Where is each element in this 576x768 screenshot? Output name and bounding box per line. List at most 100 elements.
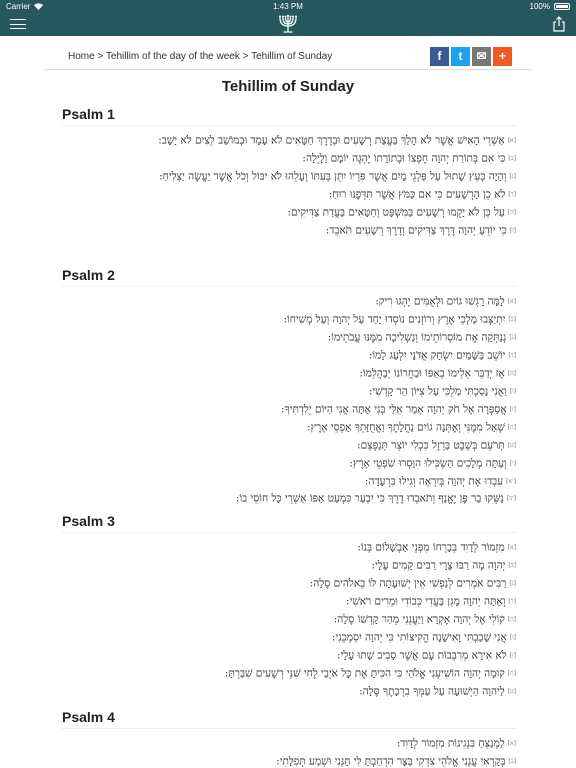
verse-line: [א]אַשְׁרֵי הָאִישׁ אֲשֶׁר לֹא הָלַךְ בַ… — [62, 132, 516, 150]
verse-line: [ד]וְאַתָּה יְהוָה מָגֵן בַּעֲדִי כְּבוֹ… — [62, 593, 516, 611]
verse-line: [ה]עַל כֵּן לֹא יָקֻמוּ רְשָׁעִים בַּמִּ… — [62, 204, 516, 222]
verse-line: [ו]וַאֲנִי נָסַכְתִּי מַלְכִּי עַל צִיּו… — [62, 383, 516, 401]
carrier-label: Carrier — [6, 1, 31, 11]
hamburger-menu-icon[interactable] — [10, 17, 26, 31]
verse-line: [א]מִזְמוֹר לְדָוִד בְּבָרְחוֹ מִפְּנֵי … — [62, 539, 516, 557]
verse-line: [ב]יִתְיַצְּבוּ מַלְכֵי אֶרֶץ וְרוֹזְנִי… — [62, 311, 517, 329]
verse-line: [ז]אֲסַפְּרָה אֶל חֹק יְהוָה אָמַר אֵלַי… — [62, 401, 516, 419]
verse-number: [יב] — [506, 495, 516, 503]
verse-number: [ב] — [508, 315, 516, 323]
verse-line: [י]וְעַתָּה מְלָכִים הַשְׂכִּילוּ הִוָּס… — [62, 455, 516, 473]
verse-text: אָז יְדַבֵּר אֵלֵימוֹ בְאַפּוֹ וּבַחֲרוֹ… — [359, 367, 505, 380]
psalm-section-1: Psalm 1 [א]אַשְׁרֵי הָאִישׁ אֲשֶׁר לֹא ה… — [62, 106, 516, 240]
verse-number: [א] — [507, 544, 516, 551]
psalm-heading: Psalm 3 — [62, 513, 516, 533]
psalm-section-3: Psalm 3 [א]מִזְמוֹר לְדָוִד בְּבָרְחוֹ מ… — [62, 513, 516, 701]
verse-number: [ו] — [509, 633, 516, 641]
verse-number: [ד] — [508, 190, 516, 198]
status-bar: Carrier 1:43 PM 100% — [0, 0, 576, 12]
verse-text: אֲסַפְּרָה אֶל חֹק יְהוָה אָמַר אֵלַי בְ… — [281, 403, 507, 416]
twitter-share-button[interactable]: t — [451, 46, 470, 66]
verse-number: [ב] — [508, 757, 516, 765]
verse-number: [ו] — [509, 387, 516, 395]
verse-text: יוֹשֵׁב בַּשָּׁמַיִם יִשְׂחָק אֲדֹנָי יִ… — [368, 349, 506, 362]
breadcrumb[interactable]: Home > Tehillim of the day of the week >… — [68, 51, 332, 62]
verse-line: [א]לָמָּה רָגְשׁוּ גוֹיִם וּלְאֻמִּים יֶ… — [62, 293, 516, 311]
verse-text: וַאֲנִי נָסַכְתִּי מַלְכִּי עַל צִיּוֹן … — [368, 385, 507, 398]
verse-number: [א] — [507, 298, 516, 305]
verse-number: [ה] — [507, 369, 516, 377]
verse-number: [א] — [507, 740, 516, 747]
verse-text: לַיהוָה הַיְשׁוּעָה עַל עַמְּךָ בִרְכָתֶ… — [359, 685, 505, 698]
status-time: 1:43 PM — [273, 1, 303, 11]
verse-text: קוֹלִי אֶל יְהוָה אֶקְרָא וַיַּעֲנֵנִי מ… — [333, 613, 505, 626]
verse-number: [ב] — [508, 561, 516, 569]
psalm-heading: Psalm 4 — [62, 709, 516, 729]
verse-text: וְעַתָּה מְלָכִים הַשְׂכִּילוּ הִוָּסְרו… — [349, 457, 507, 470]
verse-number: [י] — [509, 459, 516, 467]
verse-line: [ג]רַבִּים אֹמְרִים לְנַפְשִׁי אֵין יְשׁ… — [62, 575, 516, 593]
verse-text: שְׁאַל מִמֶּנִּי וְאֶתְּנָה גוֹיִם נַחֲל… — [307, 421, 505, 434]
verse-line: [ט]לַיהוָה הַיְשׁוּעָה עַל עַמְּךָ בִרְכ… — [62, 683, 516, 701]
psalm-section-4: Psalm 4 [א]לַמְנַצֵּחַ בִּנְגִינוֹת מִזְ… — [62, 709, 516, 768]
breadcrumb-row: Home > Tehillim of the day of the week >… — [68, 44, 512, 68]
verse-number: [ז] — [509, 651, 516, 659]
verse-line: [ב]יְהוָה מָה רַבּוּ צָרָי רַבִּים קָמִי… — [62, 557, 516, 575]
verse-line: [ז]לֹא אִירָא מֵרִבְבוֹת עָם אֲשֶׁר סָבִ… — [62, 647, 516, 665]
verse-text: לָמָּה רָגְשׁוּ גוֹיִם וּלְאֻמִּים יֶהְג… — [375, 295, 505, 308]
verse-number: [ב] — [508, 154, 516, 162]
verse-text: עַל כֵּן לֹא יָקֻמוּ רְשָׁעִים בַּמִּשְׁ… — [287, 206, 505, 219]
verse-text: כִּי אִם בְּתוֹרַת יְהוָה חֶפְצוֹ וּבְתו… — [302, 152, 506, 165]
verse-number: [ד] — [508, 351, 516, 359]
more-share-button[interactable]: + — [493, 46, 512, 66]
menorah-logo-icon — [279, 14, 297, 33]
verse-number: [ה] — [507, 615, 516, 623]
email-share-button[interactable]: ✉ — [472, 46, 491, 66]
verse-number: [ג] — [509, 172, 516, 180]
verse-text: כִּי יוֹדֵעַ יְהוָה דֶּרֶךְ צַדִּיקִים ו… — [325, 224, 507, 237]
nav-bar — [0, 12, 576, 36]
verse-text: וְהָיָה כְּעֵץ שָׁתוּל עַל פַּלְגֵי מָיִ… — [159, 170, 507, 183]
verse-line: [ח]שְׁאַל מִמֶּנִּי וְאֶתְּנָה גוֹיִם נַ… — [62, 419, 516, 437]
verse-number: [ו] — [509, 226, 516, 234]
facebook-share-button[interactable]: f — [430, 46, 449, 66]
breadcrumb-divider — [44, 69, 532, 70]
verse-text: אֲנִי שָׁכַבְתִּי וָאִישָׁנָה הֱקִיצוֹתִ… — [331, 631, 507, 644]
verse-number: [א] — [507, 137, 516, 144]
verse-number: [יא] — [506, 477, 516, 485]
verse-text: קוּמָה יְהוָה הוֹשִׁיעֵנִי אֱלֹהַי כִּי … — [224, 667, 505, 680]
verse-number: [ג] — [509, 579, 516, 587]
social-share-buttons: f t ✉ + — [430, 46, 512, 66]
share-icon[interactable] — [552, 16, 566, 32]
verse-line: [ו]כִּי יוֹדֵעַ יְהוָה דֶּרֶךְ צַדִּיקִי… — [62, 222, 516, 240]
verse-line: [ט]תְּרֹעֵם בְּשֵׁבֶט בַּרְזֶל כִּכְלִי … — [62, 437, 516, 455]
battery-percent: 100% — [529, 1, 550, 11]
verse-text: נַשְּׁקוּ בַר פֶּן יֶאֱנַף וְתֹאבְדוּ דֶ… — [235, 493, 504, 506]
verse-number: [ה] — [507, 208, 516, 216]
verse-text: וְאַתָּה יְהוָה מָגֵן בַּעֲדִי כְּבוֹדִי… — [346, 595, 506, 608]
psalm-heading: Psalm 1 — [62, 106, 516, 126]
verse-text: יִתְיַצְּבוּ מַלְכֵי אֶרֶץ וְרוֹזְנִים נ… — [283, 313, 506, 326]
verse-text: לַמְנַצֵּחַ בִּנְגִינוֹת מִזְמוֹר לְדָוִ… — [396, 737, 505, 750]
verse-number: [ח] — [507, 669, 516, 677]
verse-list: [א]לָמָּה רָגְשׁוּ גוֹיִם וּלְאֻמִּים יֶ… — [62, 293, 516, 508]
verse-text: בְּקָרְאִי עֲנֵנִי אֱלֹהֵי צִדְקִי בַּצָ… — [276, 755, 506, 768]
verse-number: [ג] — [509, 333, 516, 341]
verse-line: [ג]נְנַתְּקָה אֶת מוֹסְרוֹתֵימוֹ וְנַשְׁ… — [62, 329, 516, 347]
verse-text: רַבִּים אֹמְרִים לְנַפְשִׁי אֵין יְשׁוּע… — [309, 577, 507, 590]
verse-number: [ח] — [507, 423, 516, 431]
verse-line: [ב]כִּי אִם בְּתוֹרַת יְהוָה חֶפְצוֹ וּב… — [62, 150, 516, 168]
verse-line: [יא]עִבְדוּ אֶת יְהוָה בְּיִרְאָה וְגִיל… — [62, 473, 516, 491]
verse-text: תְּרֹעֵם בְּשֵׁבֶט בַּרְזֶל כִּכְלִי יוֹ… — [357, 439, 505, 452]
verse-text: נְנַתְּקָה אֶת מוֹסְרוֹתֵימוֹ וְנַשְׁלִי… — [327, 331, 507, 344]
verse-text: מִזְמוֹר לְדָוִד בְּבָרְחוֹ מִפְּנֵי אַב… — [357, 541, 505, 554]
verse-line: [ה]קוֹלִי אֶל יְהוָה אֶקְרָא וַיַּעֲנֵנִ… — [62, 611, 516, 629]
verse-list: [א]מִזְמוֹר לְדָוִד בְּבָרְחוֹ מִפְּנֵי … — [62, 539, 516, 701]
verse-text: אַשְׁרֵי הָאִישׁ אֲשֶׁר לֹא הָלַךְ בַּעֲ… — [158, 134, 505, 147]
battery-icon — [554, 2, 570, 10]
verse-line: [ד]לֹא כֵן הָרְשָׁעִים כִּי אִם כַּמֹּץ … — [62, 186, 516, 204]
psalm-section-2: Psalm 2 [א]לָמָּה רָגְשׁוּ גוֹיִם וּלְאֻ… — [62, 267, 516, 508]
verse-number: [ז] — [509, 405, 516, 413]
verse-line: [ח]קוּמָה יְהוָה הוֹשִׁיעֵנִי אֱלֹהַי כִ… — [62, 665, 516, 683]
verse-line: [ו]אֲנִי שָׁכַבְתִּי וָאִישָׁנָה הֱקִיצו… — [62, 629, 516, 647]
